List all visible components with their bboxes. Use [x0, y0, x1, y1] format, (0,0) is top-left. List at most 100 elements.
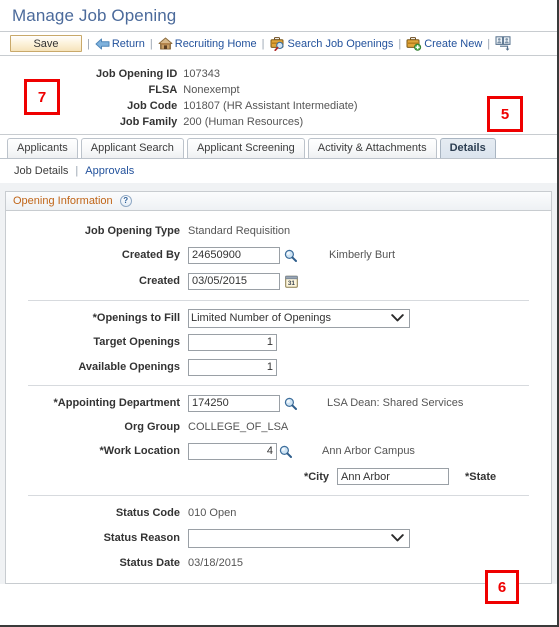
form-divider-2	[28, 385, 529, 386]
form-top-spacer	[6, 211, 551, 219]
field-row-city-state: *City *State	[6, 463, 551, 490]
help-icon[interactable]: ?	[119, 195, 132, 207]
annotation-marker-5: 5	[487, 96, 523, 132]
recruiting-home-link[interactable]: Recruiting Home	[158, 37, 257, 50]
back-arrow-icon	[95, 38, 110, 50]
openings-to-fill-label: *Openings to Fill	[92, 312, 180, 324]
status-date-value: 03/18/2015	[188, 557, 244, 569]
annotation-marker-7-label: 7	[37, 88, 47, 106]
created-label: Created	[139, 275, 180, 287]
work-location-description: Ann Arbor Campus	[322, 445, 415, 457]
city-input[interactable]	[337, 468, 449, 485]
new-briefcase-icon	[406, 36, 422, 51]
field-row-target-openings: Target Openings	[6, 330, 551, 354]
job-code-value: 101807 (HR Assistant Intermediate)	[183, 100, 358, 112]
job-opening-id-value: 107343	[183, 68, 220, 80]
job-opening-type-value: Standard Requisition	[188, 225, 291, 237]
available-openings-label: Available Openings	[78, 361, 180, 373]
sub-navigation: Job Details | Approvals	[0, 159, 557, 183]
field-row-status-reason: Status Reason	[6, 525, 551, 551]
header-row-flsa: FLSA Nonexempt	[96, 83, 358, 99]
tab-bar: Applicants Applicant Search Applicant Sc…	[0, 135, 557, 158]
search-briefcase-icon	[270, 36, 286, 51]
field-row-available-openings: Available Openings	[6, 354, 551, 380]
page-title: Manage Job Opening	[12, 6, 177, 25]
field-row-appointing-department: *Appointing Department LSA Dean: Shared …	[6, 391, 551, 415]
annotation-marker-6: 6	[485, 570, 519, 604]
available-openings-input[interactable]	[188, 358, 277, 376]
form-divider-1	[28, 300, 529, 301]
job-opening-type-label: Job Opening Type	[84, 225, 180, 237]
save-button[interactable]: Save	[10, 35, 82, 52]
home-icon	[158, 37, 173, 50]
created-by-input[interactable]	[188, 246, 280, 264]
created-by-name: Kimberly Burt	[329, 249, 396, 261]
job-opening-header: 7 Job Opening ID 107343 FLSA Nonexempt J…	[0, 56, 557, 135]
panel-title: Opening Information	[13, 195, 113, 207]
field-row-created-by: Created By Kimberly Burt	[6, 243, 551, 267]
job-opening-summary-table: Job Opening ID 107343 FLSA Nonexempt Job…	[96, 67, 358, 131]
job-opening-id-label: Job Opening ID	[96, 68, 178, 80]
subnav-job-details[interactable]: Job Details	[14, 165, 68, 177]
search-job-openings-link[interactable]: Search Job Openings	[270, 36, 394, 51]
work-location-label: *Work Location	[99, 445, 180, 457]
header-row-job-opening-id: Job Opening ID 107343	[96, 67, 358, 83]
return-link-label: Return	[111, 37, 145, 50]
appointing-department-label: *Appointing Department	[53, 397, 181, 409]
status-reason-select[interactable]	[188, 528, 410, 548]
job-code-label: Job Code	[127, 100, 178, 112]
appointing-department-input[interactable]	[188, 394, 280, 412]
subnav-approvals-link[interactable]: Approvals	[85, 165, 134, 177]
field-row-org-group: Org Group COLLEGE_OF_LSA	[6, 415, 551, 439]
opening-information-header: Opening Information ?	[6, 192, 551, 211]
field-row-job-opening-type: Job Opening Type Standard Requisition	[6, 219, 551, 243]
svg-text:31: 31	[288, 280, 296, 287]
magnifier-icon[interactable]	[284, 397, 297, 410]
openings-to-fill-value: Limited Number of Openings	[191, 312, 332, 324]
personalize-icon[interactable]	[495, 35, 512, 52]
annotation-marker-7: 7	[24, 79, 60, 115]
tab-applicant-screening[interactable]: Applicant Screening	[186, 138, 305, 158]
tab-details[interactable]: Details	[439, 138, 496, 158]
calendar-icon[interactable]: 31	[285, 275, 298, 288]
tab-activity-attachments[interactable]: Activity & Attachments	[307, 138, 437, 158]
magnifier-icon[interactable]	[284, 249, 297, 262]
toolbar-separator-5: |	[487, 37, 491, 50]
field-row-openings-to-fill: *Openings to Fill Limited Number of Open…	[6, 306, 551, 330]
created-by-label: Created By	[121, 249, 180, 261]
status-code-value: 010 Open	[188, 507, 237, 519]
content-area: Opening Information ? Job Opening Type S…	[0, 183, 557, 584]
toolbar-separator-3: |	[261, 37, 265, 50]
header-row-job-code: Job Code 101807 (HR Assistant Intermedia…	[96, 99, 358, 115]
toolbar-separator-1: |	[87, 37, 90, 50]
status-reason-label: Status Reason	[103, 532, 180, 544]
field-row-status-date: Status Date 03/18/2015	[6, 551, 551, 575]
tab-applicant-search[interactable]: Applicant Search	[80, 138, 184, 158]
application-window: Manage Job Opening Save | Return | Recru…	[0, 0, 559, 627]
flsa-label: FLSA	[148, 84, 178, 96]
openings-to-fill-select[interactable]: Limited Number of Openings	[188, 308, 410, 328]
return-link[interactable]: Return	[95, 38, 145, 50]
field-row-work-location: *Work Location Ann Arbor Campus	[6, 439, 551, 463]
magnifier-icon[interactable]	[279, 445, 292, 458]
recruiting-home-label: Recruiting Home	[174, 37, 257, 50]
job-family-label: Job Family	[119, 116, 178, 128]
toolbar: Save | Return | Recruiting Home | Search…	[0, 31, 557, 56]
target-openings-input[interactable]	[188, 333, 277, 351]
field-row-status-code: Status Code 010 Open	[6, 501, 551, 525]
created-date-input[interactable]	[188, 272, 280, 290]
opening-information-form: Job Opening Type Standard Requisition Cr…	[6, 211, 551, 575]
form-divider-3	[28, 495, 529, 496]
opening-information-panel: Opening Information ? Job Opening Type S…	[5, 191, 552, 584]
create-new-link[interactable]: Create New	[406, 36, 482, 51]
search-job-openings-label: Search Job Openings	[287, 37, 394, 50]
org-group-value: COLLEGE_OF_LSA	[188, 421, 289, 433]
work-location-input[interactable]	[188, 442, 277, 460]
header-row-job-family: Job Family 200 (Human Resources)	[96, 115, 358, 131]
city-label: *City	[303, 470, 329, 483]
annotation-marker-5-label: 5	[500, 105, 510, 123]
toolbar-separator-4: |	[398, 37, 402, 50]
tab-applicants[interactable]: Applicants	[7, 138, 78, 158]
field-row-created: Created 31	[6, 267, 551, 295]
chevron-down-icon	[391, 314, 404, 323]
